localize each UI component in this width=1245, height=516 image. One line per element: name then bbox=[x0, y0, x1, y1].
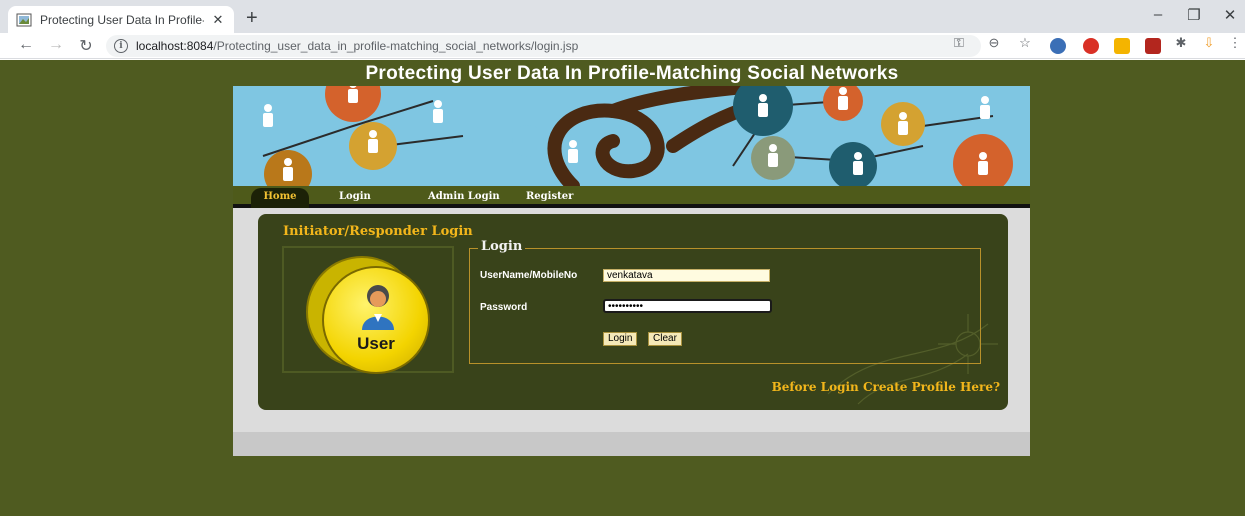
tab-title: Protecting User Data In Profile-M bbox=[40, 12, 204, 27]
create-profile-link[interactable]: Before Login Create Profile Here? bbox=[772, 380, 1000, 394]
info-icon[interactable]: i bbox=[114, 39, 128, 53]
browser-tabstrip: Protecting User Data In Profile-M ✕ + – … bbox=[0, 0, 1245, 33]
extension-tool-icon[interactable] bbox=[1114, 38, 1130, 54]
network-banner-image bbox=[233, 86, 1030, 186]
footer-bar bbox=[233, 432, 1030, 456]
minimize-icon[interactable]: – bbox=[1148, 6, 1168, 23]
user-badge-label: User bbox=[357, 334, 395, 353]
password-input[interactable]: •••••••••• bbox=[603, 299, 772, 313]
password-label: Password bbox=[480, 302, 528, 313]
window-close-icon[interactable]: ✕ bbox=[1220, 6, 1240, 24]
back-icon[interactable]: ← bbox=[16, 36, 36, 54]
nav-login[interactable]: Login bbox=[339, 191, 371, 202]
nav-home[interactable]: Home bbox=[251, 188, 309, 208]
nav-register[interactable]: Register bbox=[526, 191, 573, 202]
address-bar[interactable]: i localhost:8084/Protecting_user_data_in… bbox=[106, 35, 981, 57]
site-navbar: Home Login Admin Login Register bbox=[233, 186, 1030, 208]
zoom-icon[interactable]: ⊖ bbox=[985, 35, 1003, 51]
user-badge: User bbox=[322, 266, 430, 374]
bookmark-star-icon[interactable]: ☆ bbox=[1016, 35, 1034, 51]
site-container: Home Login Admin Login Register Initiato… bbox=[233, 86, 1030, 456]
user-avatar-icon bbox=[362, 285, 394, 330]
nav-home-label[interactable]: Home bbox=[251, 188, 309, 202]
site-title: Protecting User Data In Profile-Matching… bbox=[365, 63, 899, 84]
close-tab-icon[interactable]: ✕ bbox=[210, 12, 226, 28]
restore-icon[interactable]: ❐ bbox=[1184, 6, 1204, 24]
page-body: Protecting User Data In Profile-Matching… bbox=[0, 60, 1245, 516]
forward-icon[interactable]: → bbox=[46, 36, 66, 54]
page-favicon-icon bbox=[16, 13, 32, 26]
adblock-icon[interactable] bbox=[1083, 38, 1099, 54]
key-icon[interactable]: ⚿ bbox=[950, 35, 968, 51]
nav-admin-login[interactable]: Admin Login bbox=[428, 191, 500, 202]
login-panel-heading: Initiator/Responder Login bbox=[283, 224, 473, 239]
download-icon[interactable]: ⇩ bbox=[1200, 35, 1218, 51]
login-panel: Initiator/Responder Login User Login Use… bbox=[258, 214, 1008, 410]
new-tab-icon[interactable]: + bbox=[246, 7, 258, 30]
login-button[interactable]: Login bbox=[603, 332, 638, 346]
reload-icon[interactable]: ↻ bbox=[76, 36, 96, 56]
extensions-puzzle-icon[interactable]: ✱ bbox=[1172, 35, 1190, 51]
browser-toolbar: ← → ↻ i localhost:8084/Protecting_user_d… bbox=[0, 33, 1245, 59]
extension-shield-icon[interactable] bbox=[1050, 38, 1066, 54]
menu-kebab-icon[interactable]: ⋮ bbox=[1226, 35, 1244, 51]
username-input[interactable]: venkatava bbox=[603, 269, 770, 282]
login-legend: Login bbox=[478, 239, 526, 254]
browser-tab[interactable]: Protecting User Data In Profile-M ✕ bbox=[8, 6, 234, 33]
pdf-extension-icon[interactable] bbox=[1145, 38, 1161, 54]
url-text[interactable]: localhost:8084/Protecting_user_data_in_p… bbox=[136, 39, 578, 53]
clear-button[interactable]: Clear bbox=[648, 332, 682, 346]
username-label: UserName/MobileNo bbox=[480, 270, 578, 281]
